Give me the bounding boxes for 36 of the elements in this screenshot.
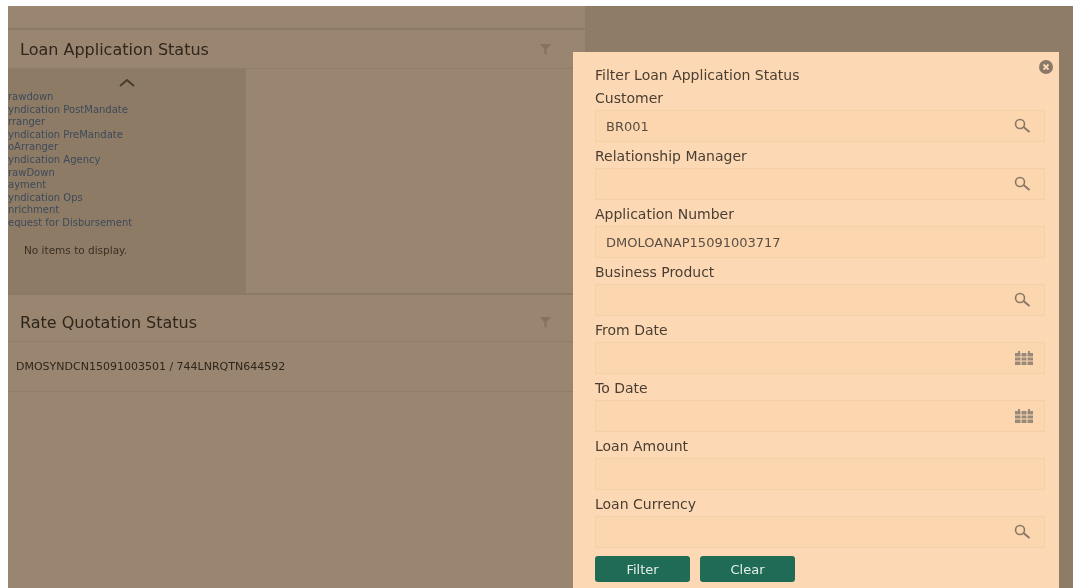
panel-title: Loan Application Status [20,39,209,59]
field-label: Loan Currency [595,495,698,513]
calendar-icon[interactable] [1014,408,1034,424]
input-field[interactable] [595,516,1045,548]
stage-item[interactable]: nrichment [8,204,246,217]
stage-item[interactable]: oArranger [8,141,246,154]
stage-item[interactable]: rawDown [8,166,246,180]
action-button[interactable]: Clear [700,556,795,582]
input-field[interactable] [595,400,1045,432]
popup-title: Filter Loan Application Status [595,66,801,84]
empty-message: No items to display. [24,243,129,256]
input-field[interactable] [595,284,1045,316]
field-label: Business Product [595,263,716,281]
input-field[interactable] [595,168,1045,200]
field-label: To Date [595,379,649,397]
field-label: From Date [595,321,669,339]
stage-item[interactable]: yndication Ops [8,191,246,205]
calendar-icon[interactable] [1014,350,1034,366]
field-label: Relationship Manager [595,147,748,165]
chevron-up-icon[interactable] [119,79,135,87]
action-button[interactable]: Filter [595,556,690,582]
stage-item[interactable]: rranger [8,116,246,129]
stage-item[interactable]: ayment [8,179,246,192]
input-field[interactable] [595,342,1045,374]
stage-item[interactable]: yndication PreMandate [8,128,246,142]
stage-item[interactable]: equest for Disbursement [8,216,246,230]
stage-item[interactable]: yndication Agency [8,153,246,167]
stage-item[interactable]: yndication PostMandate [8,103,246,117]
panel-title: Rate Quotation Status [20,312,198,332]
field-label: Loan Amount [595,437,690,455]
input-field[interactable]: BR001 [595,110,1045,142]
stage-item[interactable]: rawdown [8,91,246,104]
close-icon[interactable] [1039,60,1053,74]
field-label: Customer [595,89,664,107]
input-field[interactable]: DMOLOANAP15091003717 [595,226,1045,258]
field-label: Application Number [595,205,735,223]
